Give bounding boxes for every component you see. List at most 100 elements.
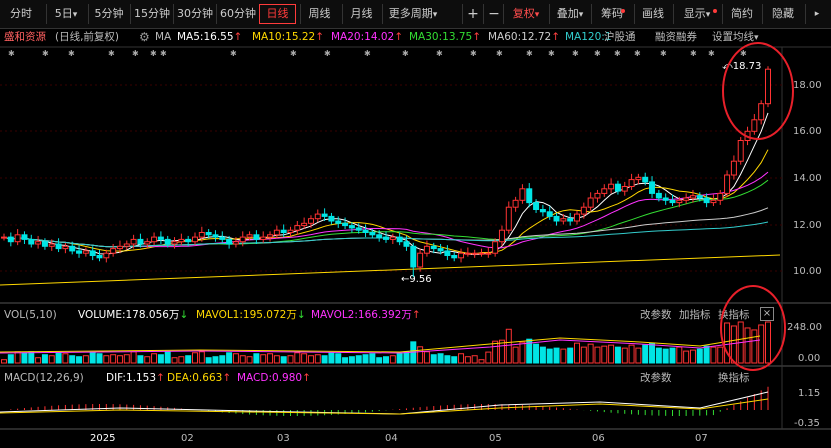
- candle: [89, 250, 96, 256]
- volume-bar: [178, 356, 185, 364]
- volume-bar: [655, 347, 662, 364]
- candle: [553, 215, 560, 222]
- volume-bar: [417, 346, 424, 364]
- ma250-line: [0, 254, 781, 286]
- candle: [226, 238, 233, 245]
- volume-bar: [546, 348, 553, 364]
- volume-bar: [7, 354, 14, 364]
- volume-bar: [246, 356, 253, 364]
- candle: [635, 176, 642, 181]
- volume-bar: [444, 355, 451, 364]
- candle: [369, 232, 376, 236]
- candle: [614, 183, 621, 192]
- candle: [151, 236, 158, 243]
- volume-bar: [471, 355, 478, 364]
- volume-bar: [35, 357, 42, 364]
- volume-bar: [273, 355, 280, 364]
- volume-bar: [574, 342, 580, 364]
- event-marker-icon: ✱: [8, 49, 15, 58]
- event-marker-icon: ✱: [548, 49, 555, 58]
- candle: [444, 250, 451, 256]
- candle: [492, 241, 499, 254]
- volume-bar: [116, 355, 123, 364]
- volume-bar: [758, 324, 765, 364]
- candle: [498, 229, 505, 243]
- volume-bar: [301, 353, 308, 364]
- candle: [533, 202, 540, 211]
- volume-bar: [89, 352, 96, 364]
- volume-bar: [519, 341, 526, 364]
- volume-bar: [512, 346, 519, 364]
- candle: [505, 206, 512, 231]
- volume-bar: [41, 354, 48, 364]
- candle: [130, 238, 137, 245]
- candle: [144, 241, 151, 245]
- candle: [642, 176, 649, 183]
- event-marker-icon: ✱: [230, 49, 237, 58]
- kline-chart[interactable]: ✱ ✱ ✱ ✱ ✱ ✱ ✱ ✱ ✱ ✱ ✱ ✱ ✱ ✱ ✱ ✱ ✱ ✱ ✱ ✱ ✱ ✱ ✱ ✱ ✱: [0, 0, 831, 448]
- candle: [239, 236, 246, 243]
- candle: [62, 245, 69, 250]
- volume-bar: [164, 351, 171, 364]
- event-marker-icon: ✱: [290, 49, 297, 58]
- event-marker-icon: ✱: [614, 49, 621, 58]
- volume-bar: [205, 357, 212, 364]
- volume-bar: [478, 359, 485, 364]
- candle: [260, 236, 267, 240]
- candle: [669, 199, 676, 204]
- candle: [458, 252, 465, 259]
- candle: [526, 188, 533, 204]
- candle: [253, 234, 260, 240]
- volume-bar: [389, 355, 396, 364]
- candle: [41, 241, 48, 247]
- candle: [335, 220, 342, 224]
- candle: [212, 234, 219, 238]
- candle: [273, 229, 280, 236]
- candle: [512, 199, 519, 208]
- event-marker-icon: ✱: [402, 49, 409, 58]
- candle: [751, 119, 758, 132]
- candle: [157, 236, 164, 240]
- volume-bar: [751, 329, 758, 364]
- candle: [389, 236, 396, 240]
- candle: [232, 241, 239, 245]
- volume-bar: [76, 356, 83, 364]
- candle: [703, 197, 710, 204]
- event-marker-icon: ✱: [132, 49, 139, 58]
- candle: [628, 179, 635, 188]
- volume-bar: [553, 347, 560, 364]
- volume-bar: [123, 354, 130, 364]
- volume-bar: [192, 352, 198, 364]
- volume-bar: [621, 347, 628, 364]
- candle: [192, 236, 198, 243]
- candle: [621, 186, 628, 192]
- volume-bar: [580, 346, 587, 364]
- volume-bar: [328, 352, 335, 364]
- candle: [730, 160, 737, 176]
- event-marker-icon: ✱: [526, 49, 533, 58]
- event-marker-icon: ✱: [160, 49, 167, 58]
- event-marker-icon: ✱: [634, 49, 641, 58]
- event-marker-icon: ✱: [436, 49, 443, 58]
- candle: [246, 234, 253, 238]
- candle: [301, 222, 308, 227]
- candle: [383, 236, 389, 240]
- volume-bar: [362, 354, 369, 364]
- candle: [76, 250, 83, 254]
- volume-bar: [587, 343, 594, 364]
- volume-bar: [458, 353, 465, 364]
- volume-bar: [744, 327, 751, 364]
- volume-bar: [649, 342, 656, 364]
- volume-bar: [594, 346, 601, 364]
- event-marker-icon: ✱: [660, 49, 667, 58]
- candle: [198, 232, 205, 238]
- volume-bar: [48, 355, 55, 364]
- candle: [123, 243, 130, 247]
- volume-bar: [669, 347, 676, 364]
- volume-bar: [396, 352, 403, 364]
- candle: [471, 252, 478, 255]
- event-marker-icon: ✱: [594, 49, 601, 58]
- candle: [48, 243, 55, 247]
- event-marker-icon: ✱: [108, 49, 115, 58]
- volume-bar: [485, 351, 492, 364]
